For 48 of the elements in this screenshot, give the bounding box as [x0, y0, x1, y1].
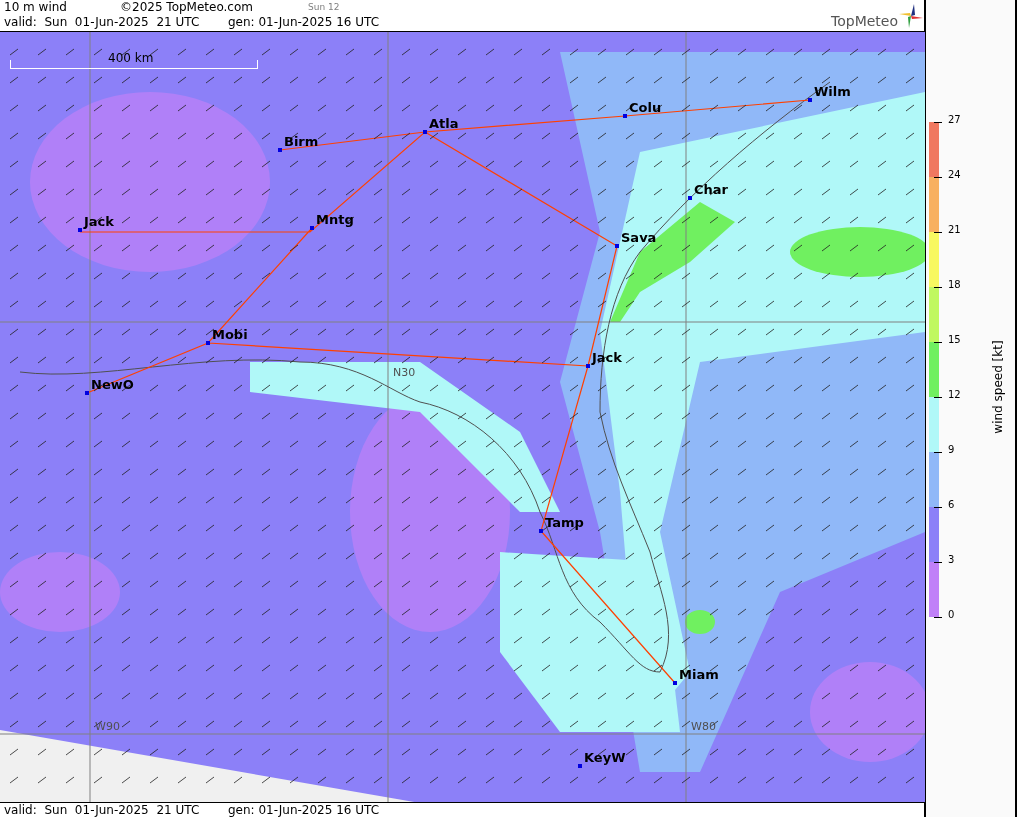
valid-time: valid: Sun 01-Jun-2025 21 UTC [4, 15, 201, 30]
generated-time: gen: 01-Jun-2025 16 UTC [228, 15, 380, 30]
valid-time: valid: Sun 01-Jun-2025 21 UTC [4, 803, 201, 817]
city-label: Jack [592, 349, 622, 365]
tick-label: 24 [948, 169, 961, 180]
colorbar-label: wind speed [kt] [991, 339, 1005, 436]
city-label: Miam [679, 666, 719, 682]
forecast-step: Sun 12 [308, 0, 340, 15]
tick-label: 18 [948, 279, 961, 290]
city-marker-icon [615, 243, 619, 248]
city-label: KeyW [584, 749, 626, 765]
grid-label: W90 [95, 719, 120, 733]
city-label: Birm [284, 133, 319, 149]
tick-label: 12 [948, 389, 961, 400]
city-marker-icon [808, 97, 812, 102]
city-marker-icon [310, 225, 314, 230]
tick-label: 0 [948, 609, 955, 620]
city-marker-icon [688, 195, 692, 200]
grid-label: N30 [393, 365, 416, 379]
city-marker-icon [586, 363, 590, 368]
city-marker-icon [206, 340, 210, 345]
city-label: Char [694, 181, 728, 197]
tick-label: 21 [948, 224, 961, 235]
generated-time: gen: 01-Jun-2025 16 UTC [228, 803, 380, 817]
city-label: Atla [429, 115, 459, 131]
grid-label: W80 [691, 719, 716, 733]
city-label: Wilm [814, 83, 851, 99]
map-title: 10 m wind [4, 0, 68, 15]
tick-label: 6 [948, 499, 955, 510]
city-marker-icon [578, 763, 582, 768]
city-marker-icon [78, 227, 82, 232]
tick-label: 9 [948, 444, 955, 455]
city-marker-icon [539, 528, 543, 533]
city-marker-icon [623, 113, 627, 118]
city-label: Tamp [545, 514, 584, 530]
city-label: Jack [84, 213, 114, 229]
city-marker-icon [278, 147, 282, 152]
tick-label: 15 [948, 334, 961, 345]
city-marker-icon [673, 680, 677, 685]
tick-label: 27 [948, 114, 961, 125]
tick-label: 3 [948, 554, 955, 565]
city-marker-icon [85, 390, 89, 395]
city-marker-icon [423, 129, 427, 134]
city-label: Sava [621, 229, 657, 245]
city-label: Colu [629, 99, 662, 115]
scale-label: 400 km [108, 50, 154, 65]
logo-text: TopMeteo [831, 13, 898, 29]
copyright-text: ©2025 TopMeteo.com [120, 0, 254, 15]
